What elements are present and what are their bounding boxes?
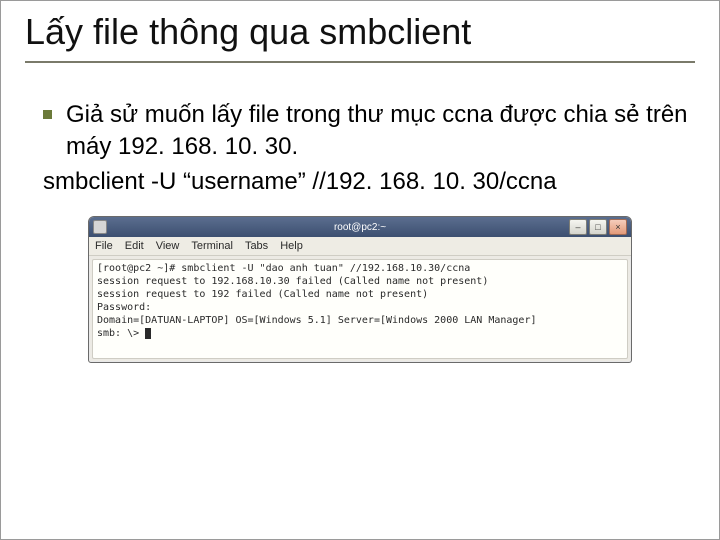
- terminal-title-text: root@pc2:~: [89, 222, 631, 233]
- terminal-line: Domain=[DATUAN-LAPTOP] OS=[Windows 5.1] …: [97, 315, 537, 326]
- terminal-line: Password:: [97, 302, 151, 313]
- slide-body: Giả sử muốn lấy file trong thư mục ccna …: [43, 99, 689, 198]
- menu-tabs[interactable]: Tabs: [245, 240, 268, 252]
- menu-file[interactable]: File: [95, 240, 113, 252]
- terminal-line: session request to 192.168.10.30 failed …: [97, 276, 488, 287]
- terminal-titlebar: root@pc2:~ – □ ×: [89, 217, 631, 237]
- terminal-line: [root@pc2 ~]# smbclient -U "dao anh tuan…: [97, 263, 470, 274]
- cursor-icon: [145, 328, 151, 339]
- bullet-icon: [43, 110, 52, 119]
- bullet-item: Giả sử muốn lấy file trong thư mục ccna …: [43, 99, 689, 164]
- slide-title: Lấy file thông qua smbclient: [25, 9, 695, 63]
- terminal-line: session request to 192 failed (Called na…: [97, 289, 428, 300]
- minimize-button[interactable]: –: [569, 219, 587, 235]
- menu-edit[interactable]: Edit: [125, 240, 144, 252]
- terminal-line: smb: \>: [97, 328, 145, 339]
- menu-view[interactable]: View: [156, 240, 180, 252]
- terminal-body[interactable]: [root@pc2 ~]# smbclient -U "dao anh tuan…: [92, 259, 628, 359]
- terminal-window: root@pc2:~ – □ × File Edit View Terminal…: [88, 216, 632, 363]
- terminal-menubar: File Edit View Terminal Tabs Help: [89, 237, 631, 256]
- command-line-text: smbclient -U “username” //192. 168. 10. …: [43, 166, 689, 198]
- bullet-text: Giả sử muốn lấy file trong thư mục ccna …: [66, 99, 689, 164]
- menu-terminal[interactable]: Terminal: [191, 240, 233, 252]
- terminal-app-icon: [93, 220, 107, 234]
- menu-help[interactable]: Help: [280, 240, 303, 252]
- close-button[interactable]: ×: [609, 219, 627, 235]
- maximize-button[interactable]: □: [589, 219, 607, 235]
